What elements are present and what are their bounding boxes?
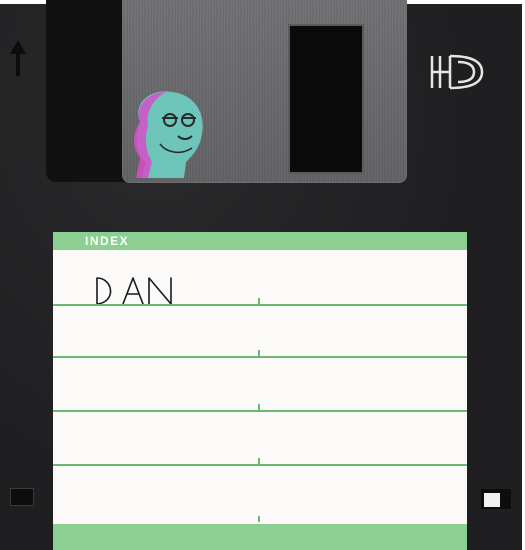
floppy-disk: INDEX (0, 0, 525, 550)
label-tick (258, 458, 260, 464)
handwritten-name (96, 277, 172, 305)
corner-slot-left (10, 488, 34, 506)
write-protect-window[interactable] (481, 489, 511, 509)
label-tick (258, 298, 260, 304)
label-line (53, 304, 467, 306)
hd-logo-icon (430, 54, 484, 90)
disk-label[interactable]: INDEX (53, 232, 467, 550)
label-line (53, 356, 467, 358)
label-footer-band (53, 524, 467, 550)
label-header-text: INDEX (85, 234, 130, 248)
write-protect-hole (484, 493, 500, 507)
portrait-sticker-icon (134, 91, 203, 178)
arrow-up-icon (10, 40, 26, 76)
label-line (53, 464, 467, 466)
label-line (53, 410, 467, 412)
shutter-window (288, 24, 364, 174)
label-header-band: INDEX (53, 232, 467, 250)
metal-shutter[interactable] (122, 0, 407, 183)
label-tick (258, 516, 260, 522)
label-tick (258, 350, 260, 356)
label-tick (258, 404, 260, 410)
